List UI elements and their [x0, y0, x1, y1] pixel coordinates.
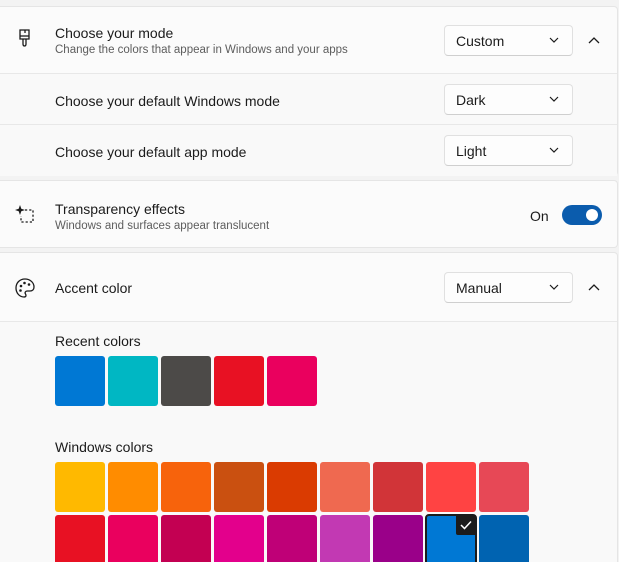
app-mode-label: Choose your default app mode [55, 144, 247, 160]
toggle-knob [586, 209, 598, 221]
windows-color-swatch[interactable] [161, 462, 211, 512]
accent-dropdown[interactable]: Manual [444, 272, 573, 303]
recent-color-swatch[interactable] [267, 356, 317, 406]
windows-color-swatch[interactable] [161, 515, 211, 562]
chevron-down-icon [549, 37, 559, 43]
app-mode-dropdown[interactable]: Light [444, 135, 573, 166]
windows-color-swatch[interactable] [426, 462, 476, 512]
transparency-description: Windows and surfaces appear translucent [55, 220, 270, 232]
chevron-down-icon [549, 147, 559, 153]
windows-mode-row: Choose your default Windows mode Dark [0, 73, 617, 125]
windows-color-swatch[interactable] [320, 462, 370, 512]
recent-colors-label: Recent colors [55, 333, 141, 349]
settings-personalization-colors: Choose your mode Change the colors that … [0, 0, 619, 562]
windows-color-swatch[interactable] [373, 462, 423, 512]
windows-mode-value: Dark [456, 92, 486, 108]
mode-description: Change the colors that appear in Windows… [55, 44, 348, 56]
transparency-sparkle-icon [14, 203, 36, 225]
windows-color-swatch[interactable] [373, 515, 423, 562]
checkmark-icon [456, 515, 476, 535]
recent-color-swatch[interactable] [214, 356, 264, 406]
mode-dropdown-value: Custom [456, 33, 505, 49]
recent-color-swatch[interactable] [55, 356, 105, 406]
windows-color-swatch[interactable] [479, 515, 529, 562]
windows-color-swatch[interactable] [479, 462, 529, 512]
mode-title: Choose your mode [55, 25, 174, 41]
transparency-state-label: On [530, 208, 549, 224]
windows-color-swatch[interactable] [214, 462, 264, 512]
windows-mode-label: Choose your default Windows mode [55, 93, 280, 109]
windows-color-swatch[interactable] [108, 462, 158, 512]
mode-collapse-button[interactable] [581, 27, 607, 53]
windows-color-swatch[interactable] [55, 462, 105, 512]
recent-color-swatch[interactable] [108, 356, 158, 406]
windows-color-swatch[interactable] [267, 462, 317, 512]
windows-color-swatch[interactable] [108, 515, 158, 562]
windows-colors-label: Windows colors [55, 439, 154, 455]
recent-color-swatch[interactable] [161, 356, 211, 406]
accent-card: Accent color Manual Recent colors Window… [0, 252, 618, 562]
accent-palette-section: Recent colors Windows colors [0, 321, 617, 562]
app-mode-row: Choose your default app mode Light [0, 124, 617, 176]
paintbrush-icon [14, 28, 36, 50]
windows-color-swatch[interactable] [214, 515, 264, 562]
accent-dropdown-value: Manual [456, 280, 502, 296]
chevron-down-icon [549, 96, 559, 102]
accent-title: Accent color [55, 280, 133, 296]
accent-collapse-button[interactable] [581, 274, 607, 300]
mode-card: Choose your mode Change the colors that … [0, 6, 618, 176]
windows-color-swatch[interactable] [320, 515, 370, 562]
transparency-card: Transparency effects Windows and surface… [0, 180, 618, 248]
windows-color-swatch[interactable] [55, 515, 105, 562]
chevron-down-icon [549, 284, 559, 290]
accent-header-row[interactable]: Accent color Manual [0, 253, 617, 321]
transparency-toggle[interactable] [562, 205, 602, 225]
selected-color-swatch[interactable] [425, 514, 477, 562]
mode-dropdown[interactable]: Custom [444, 25, 573, 56]
transparency-title: Transparency effects [55, 201, 185, 217]
palette-icon [14, 277, 36, 299]
chevron-up-icon [588, 37, 600, 44]
app-mode-value: Light [456, 143, 487, 159]
mode-header-row[interactable]: Choose your mode Change the colors that … [0, 7, 617, 73]
chevron-up-icon [588, 284, 600, 291]
windows-mode-dropdown[interactable]: Dark [444, 84, 573, 115]
windows-color-swatch[interactable] [267, 515, 317, 562]
